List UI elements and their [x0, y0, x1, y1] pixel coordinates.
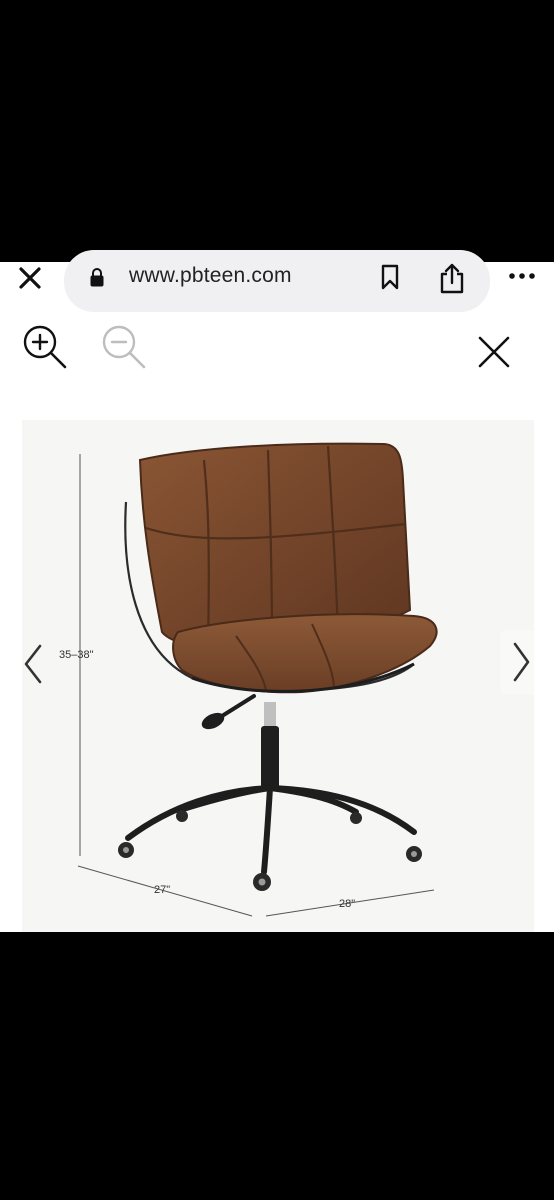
- product-image: [22, 420, 534, 932]
- chevron-left-icon[interactable]: [14, 636, 50, 692]
- bookmark-icon[interactable]: [380, 264, 400, 290]
- url-text[interactable]: www.pbteen.com: [129, 264, 292, 288]
- zoom-out-icon[interactable]: [101, 324, 147, 370]
- dimension-depth-label: 27": [154, 884, 171, 896]
- lock-icon: [90, 268, 104, 287]
- dimension-width-label: 28": [339, 898, 356, 910]
- more-icon[interactable]: [508, 271, 536, 281]
- close-icon[interactable]: [16, 264, 44, 292]
- zoom-in-icon[interactable]: [22, 324, 68, 370]
- chevron-right-icon[interactable]: [500, 630, 540, 694]
- chair-illustration: [77, 442, 438, 917]
- share-icon[interactable]: [438, 262, 466, 294]
- close-viewer-icon[interactable]: [476, 334, 512, 370]
- dimension-height-label: 35–38": [59, 649, 94, 661]
